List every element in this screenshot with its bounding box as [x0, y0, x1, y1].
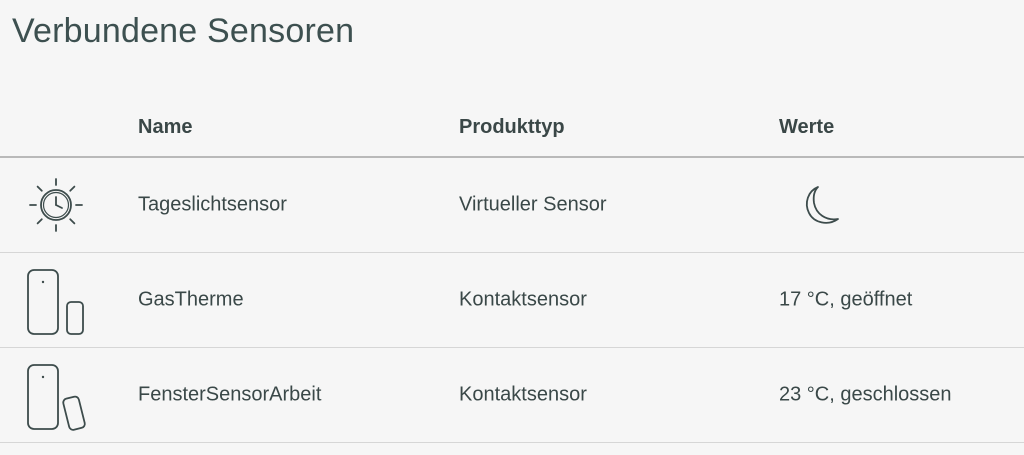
contact-sensor-open-icon — [20, 355, 92, 435]
page-title: Verbundene Sensoren — [12, 12, 355, 50]
sensor-type: Kontaktsensor — [459, 383, 587, 406]
moon-icon — [796, 181, 844, 229]
sensor-type: Virtueller Sensor — [459, 193, 607, 216]
column-header-values[interactable]: Werte — [779, 116, 834, 139]
sensor-name: Tageslichtsensor — [138, 193, 287, 216]
sensor-value: 17 °C, geöffnet — [779, 288, 913, 311]
sensor-table: Name Produkttyp Werte Tageslichtsensor V… — [0, 100, 1024, 443]
sensor-type: Kontaktsensor — [459, 288, 587, 311]
table-row[interactable]: GasTherme Kontaktsensor 17 °C, geöffnet — [0, 253, 1024, 348]
table-row[interactable]: Tageslichtsensor Virtueller Sensor — [0, 158, 1024, 253]
table-row[interactable]: FensterSensorArbeit Kontaktsensor 23 °C,… — [0, 348, 1024, 443]
sensor-value: 23 °C, geschlossen — [779, 383, 952, 406]
sensor-name: FensterSensorArbeit — [138, 383, 322, 406]
table-header: Name Produkttyp Werte — [0, 100, 1024, 158]
daylight-clock-icon — [20, 165, 92, 245]
sensor-page: Verbundene Sensoren Name Produkttyp Wert… — [0, 0, 1024, 455]
sensor-name: GasTherme — [138, 288, 244, 311]
column-header-name[interactable]: Name — [138, 116, 192, 139]
contact-sensor-closed-icon — [20, 260, 92, 340]
column-header-type[interactable]: Produkttyp — [459, 116, 565, 139]
